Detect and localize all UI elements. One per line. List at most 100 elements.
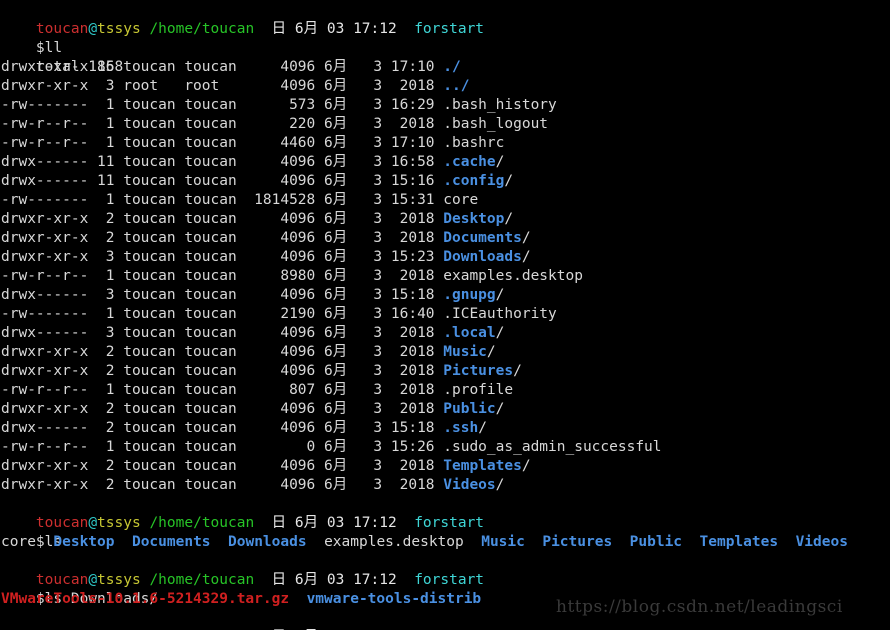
- listing-row-name[interactable]: Templates: [443, 458, 522, 474]
- listing-row-meta: drwxr-xr-x 2 toucan toucan 4096 6月 3 201…: [1, 230, 444, 246]
- watermark: https://blog.csdn.net/leadingsci: [556, 597, 843, 617]
- listing-row-name[interactable]: ./: [443, 59, 460, 75]
- ls-entry-gap: [211, 534, 228, 550]
- listing-row-meta: -rw-r--r-- 1 toucan toucan 8980 6月 3 201…: [1, 268, 444, 284]
- ls-entry[interactable]: examples.desktop: [324, 534, 464, 550]
- ls-entry-gap: [464, 534, 481, 550]
- listing-row-name[interactable]: examples.desktop: [443, 268, 583, 284]
- listing-total: total 1868: [1, 39, 890, 75]
- ls-entry-gap: [289, 591, 306, 607]
- prompt-day: 03: [326, 515, 345, 531]
- listing-row-name[interactable]: ../: [443, 78, 469, 94]
- listing-row-meta: -rw------- 1 toucan toucan 1814528 6月 3 …: [1, 192, 444, 208]
- ls-entry[interactable]: VMwareTools-10.1.6-5214329.tar.gz: [1, 591, 289, 607]
- ls-entry-gap: [525, 534, 542, 550]
- listing-row: -rw------- 1 toucan toucan 1814528 6月 3 …: [1, 191, 890, 210]
- listing-row-meta: drwx------ 2 toucan toucan 4096 6月 3 15:…: [1, 420, 444, 436]
- listing-row-meta: -rw-r--r-- 1 toucan toucan 4460 6月 3 17:…: [1, 135, 444, 151]
- ls-entry-gap: [115, 534, 132, 550]
- prompt-line: toucan@tssys /home/toucan 日 6月 03 17:12 …: [1, 552, 890, 588]
- listing-row-meta: -rw------- 1 toucan toucan 2190 6月 3 16:…: [1, 306, 444, 322]
- listing-row-suffix: /: [521, 230, 531, 246]
- listing-row-name[interactable]: .local: [443, 325, 495, 341]
- prompt-at: @: [88, 515, 98, 531]
- prompt-time: 17:12: [353, 515, 397, 531]
- listing-row-name[interactable]: .bash_logout: [443, 116, 548, 132]
- listing-row: drwxr-xr-x 2 toucan toucan 4096 6月 3 201…: [1, 400, 890, 419]
- ls-entry[interactable]: Pictures: [542, 534, 612, 550]
- listing-row-name[interactable]: Downloads: [443, 249, 522, 265]
- ls-entry[interactable]: Videos: [796, 534, 848, 550]
- listing-row: drwxr-xr-x 2 toucan toucan 4096 6月 3 201…: [1, 343, 890, 362]
- listing-row-name[interactable]: Documents: [443, 230, 522, 246]
- ls-entry[interactable]: Music: [481, 534, 525, 550]
- listing-row-name[interactable]: .ICEauthority: [443, 306, 557, 322]
- listing-row-name[interactable]: .config: [443, 173, 504, 189]
- prompt-month: 6月: [294, 21, 319, 37]
- listing-row-name[interactable]: .ssh: [443, 420, 478, 436]
- ls-entry-gap: [778, 534, 795, 550]
- listing-row: drwxr-xr-x 2 toucan toucan 4096 6月 3 201…: [1, 210, 890, 229]
- prompt-user: toucan: [35, 21, 89, 37]
- prompt-branch: forstart: [414, 21, 485, 37]
- listing-row: drwx------ 11 toucan toucan 4096 6月 3 16…: [1, 153, 890, 172]
- listing-row-suffix: /: [504, 173, 514, 189]
- listing-row-name[interactable]: .bashrc: [443, 135, 504, 151]
- listing-row-name[interactable]: Public: [443, 401, 495, 417]
- ls-entry[interactable]: vmware-tools-distrib: [307, 591, 482, 607]
- listing-row-meta: drwxr-xr-x 15 toucan toucan 4096 6月 3 17…: [1, 59, 444, 75]
- listing-row: -rw-r--r-- 1 toucan toucan 220 6月 3 2018…: [1, 115, 890, 134]
- prompt-month: 6月: [294, 515, 319, 531]
- listing-row-suffix: /: [521, 249, 531, 265]
- ls-entry[interactable]: Public: [630, 534, 682, 550]
- prompt-host: tssys: [97, 572, 141, 588]
- listing-row-meta: -rw-r--r-- 1 toucan toucan 220 6月 3 2018: [1, 116, 444, 132]
- listing-row: drwxr-xr-x 2 toucan toucan 4096 6月 3 201…: [1, 457, 890, 476]
- prompt-day: 03: [326, 21, 345, 37]
- listing-row-name[interactable]: Desktop: [443, 211, 504, 227]
- listing-row-meta: -rw-r--r-- 1 toucan toucan 0 6月 3 15:26: [1, 439, 444, 455]
- prompt-at: @: [88, 572, 98, 588]
- listing-row-meta: drwxr-xr-x 2 toucan toucan 4096 6月 3 201…: [1, 458, 444, 474]
- listing-row: drwxr-xr-x 3 root root 4096 6月 3 2018 ..…: [1, 77, 890, 96]
- prompt-at: @: [88, 21, 98, 37]
- terminal-window[interactable]: toucan@tssys /home/toucan 日 6月 03 17:12 …: [0, 0, 890, 630]
- ls-entry[interactable]: Desktop: [53, 534, 114, 550]
- listing-row: -rw-r--r-- 1 toucan toucan 8980 6月 3 201…: [1, 267, 890, 286]
- listing-row-suffix: /: [495, 287, 505, 303]
- prompt-month: 6月: [294, 572, 319, 588]
- prompt-path: /home/toucan: [149, 515, 255, 531]
- listing-row-name[interactable]: Music: [443, 344, 487, 360]
- listing-row: drwx------ 2 toucan toucan 4096 6月 3 15:…: [1, 419, 890, 438]
- listing-row: drwxr-xr-x 2 toucan toucan 4096 6月 3 201…: [1, 229, 890, 248]
- listing-row: -rw-r--r-- 1 toucan toucan 807 6月 3 2018…: [1, 381, 890, 400]
- listing-row-name[interactable]: core: [443, 192, 478, 208]
- listing-row-name[interactable]: .bash_history: [443, 97, 557, 113]
- prompt-host: tssys: [97, 21, 141, 37]
- command-text: $ll: [35, 40, 63, 56]
- listing-row-name[interactable]: Videos: [443, 477, 495, 493]
- listing-row-name[interactable]: .gnupg: [443, 287, 495, 303]
- listing-row-meta: drwx------ 3 toucan toucan 4096 6月 3 15:…: [1, 287, 444, 303]
- prompt-time: 17:12: [353, 21, 397, 37]
- listing-row-name[interactable]: .sudo_as_admin_successful: [443, 439, 661, 455]
- listing-row-suffix: /: [486, 344, 496, 360]
- ls-output-row: core Desktop Documents Downloads example…: [1, 533, 890, 552]
- listing-row-meta: drwxr-xr-x 2 toucan toucan 4096 6月 3 201…: [1, 477, 444, 493]
- prompt-weekday: 日: [271, 21, 287, 37]
- ls-entry-gap: [307, 534, 324, 550]
- ls-entry-gap: [682, 534, 699, 550]
- listing-row-name[interactable]: .cache: [443, 154, 495, 170]
- listing-row: -rw-r--r-- 1 toucan toucan 4460 6月 3 17:…: [1, 134, 890, 153]
- prompt-host: tssys: [97, 515, 141, 531]
- listing-row-suffix: /: [495, 401, 505, 417]
- ls-entry[interactable]: core: [1, 534, 36, 550]
- listing-row-meta: drwxr-xr-x 3 toucan toucan 4096 6月 3 15:…: [1, 249, 444, 265]
- ls-entry[interactable]: Templates: [700, 534, 779, 550]
- listing-row-name[interactable]: .profile: [443, 382, 513, 398]
- ls-entry[interactable]: Downloads: [228, 534, 307, 550]
- listing-row-meta: -rw-r--r-- 1 toucan toucan 807 6月 3 2018: [1, 382, 444, 398]
- listing-row-meta: drwxr-xr-x 2 toucan toucan 4096 6月 3 201…: [1, 211, 444, 227]
- ls-entry[interactable]: Documents: [132, 534, 211, 550]
- listing-row-name[interactable]: Pictures: [443, 363, 513, 379]
